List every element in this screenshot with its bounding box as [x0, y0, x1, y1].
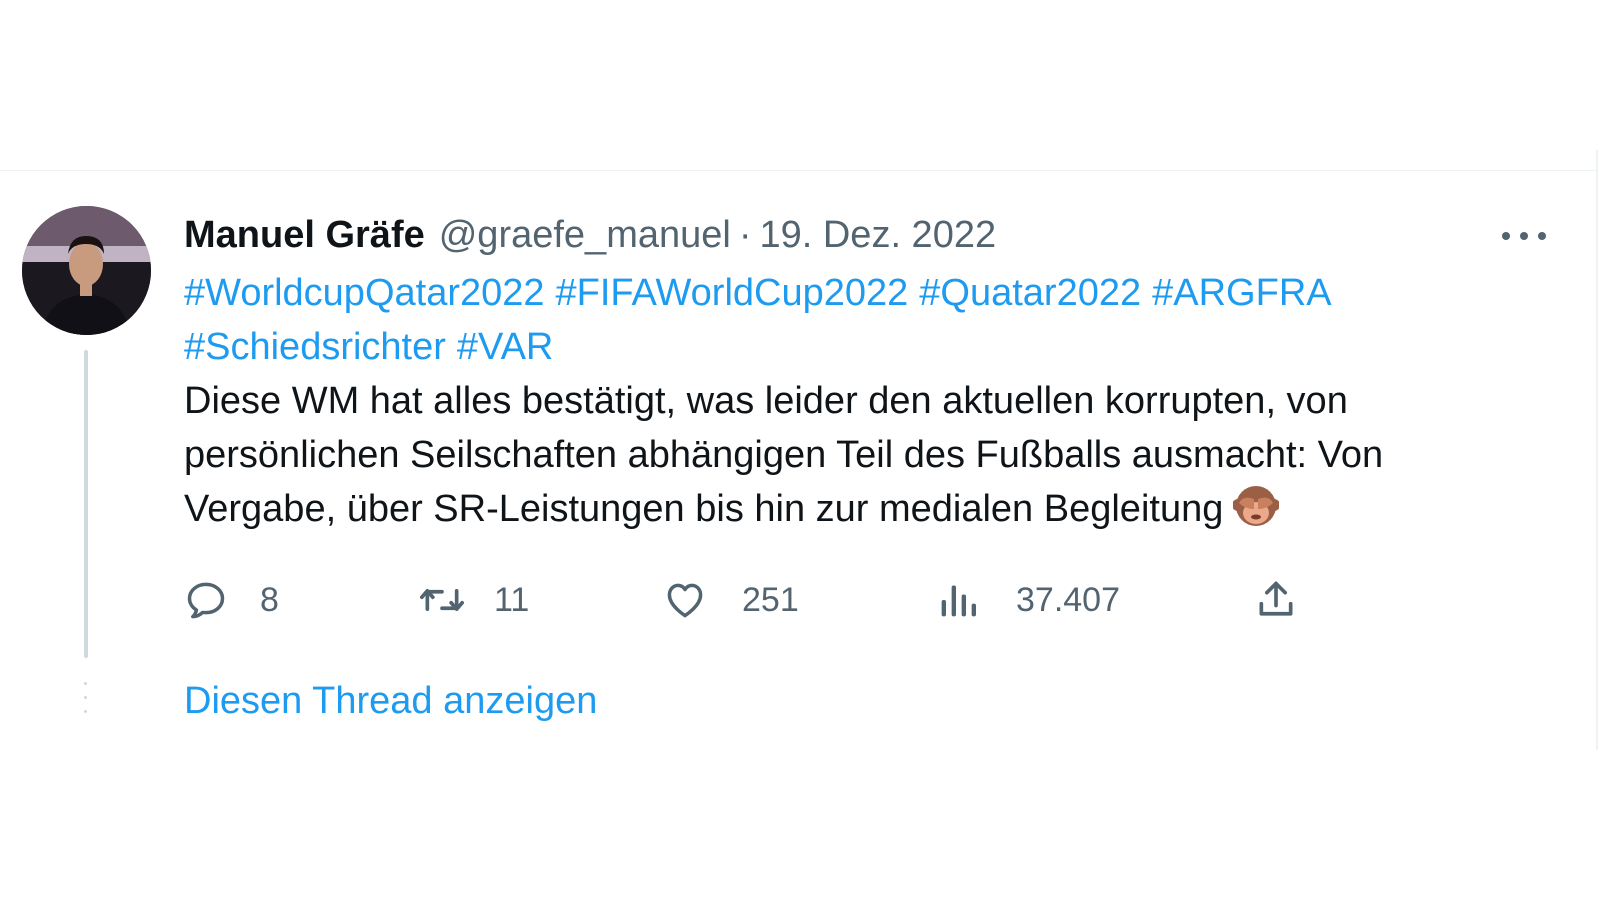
header-separator: · — [738, 213, 752, 256]
thread-connector-line — [84, 350, 88, 658]
tweet-date[interactable]: 19. Dez. 2022 — [759, 214, 996, 257]
more-options-icon[interactable] — [1502, 225, 1546, 247]
reply-count: 8 — [260, 580, 279, 619]
hashtag-link[interactable]: #WorldcupQatar2022 — [184, 272, 545, 314]
show-thread-link[interactable]: Diesen Thread anzeigen — [184, 680, 597, 723]
retweet-count: 11 — [494, 580, 530, 619]
author-name[interactable]: Manuel Gräfe — [184, 214, 425, 257]
retweet-icon — [420, 589, 464, 611]
reply-button[interactable]: 8 — [184, 570, 279, 630]
reply-icon — [187, 582, 225, 619]
hashtag-link[interactable]: #ARGFRA — [1152, 272, 1331, 314]
views-count: 37.407 — [1016, 580, 1120, 619]
tweet-right-border — [1596, 150, 1598, 750]
hashtag-link[interactable]: #FIFAWorldCup2022 — [556, 272, 909, 314]
like-button[interactable]: 251 — [662, 570, 799, 630]
tweet-body-text: Diese WM hat alles bestätigt, was leider… — [184, 380, 1384, 530]
thread-connector-dots — [84, 682, 88, 730]
author-handle[interactable]: @graefe_manuel — [439, 214, 731, 257]
hashtag-list: #WorldcupQatar2022 #FIFAWorldCup2022 #Quat… — [184, 266, 1534, 374]
views-chart-icon — [941, 585, 976, 617]
hashtag-link[interactable]: #Schiedsrichter — [184, 326, 446, 368]
hashtag-link[interactable]: #VAR — [457, 326, 553, 368]
tweet-top-border — [0, 170, 1597, 171]
tweet-action-bar: 8 11 251 37.407 — [184, 570, 1364, 630]
retweet-button[interactable]: 11 — [418, 570, 529, 630]
heart-icon — [667, 583, 703, 618]
share-button[interactable] — [1254, 570, 1298, 630]
tweet-header: Manuel Gräfe @graefe_manuel · 19. Dez. 2… — [184, 210, 996, 260]
avatar-photo — [22, 206, 151, 335]
like-count: 251 — [742, 580, 799, 619]
views-button[interactable]: 37.407 — [938, 570, 1120, 630]
hashtag-link[interactable]: #Quatar2022 — [919, 272, 1141, 314]
share-icon — [1259, 581, 1293, 616]
avatar[interactable] — [22, 206, 151, 335]
tweet-text: #WorldcupQatar2022 #FIFAWorldCup2022 #Quat… — [184, 266, 1534, 544]
see-no-evil-monkey-icon — [1232, 483, 1281, 544]
